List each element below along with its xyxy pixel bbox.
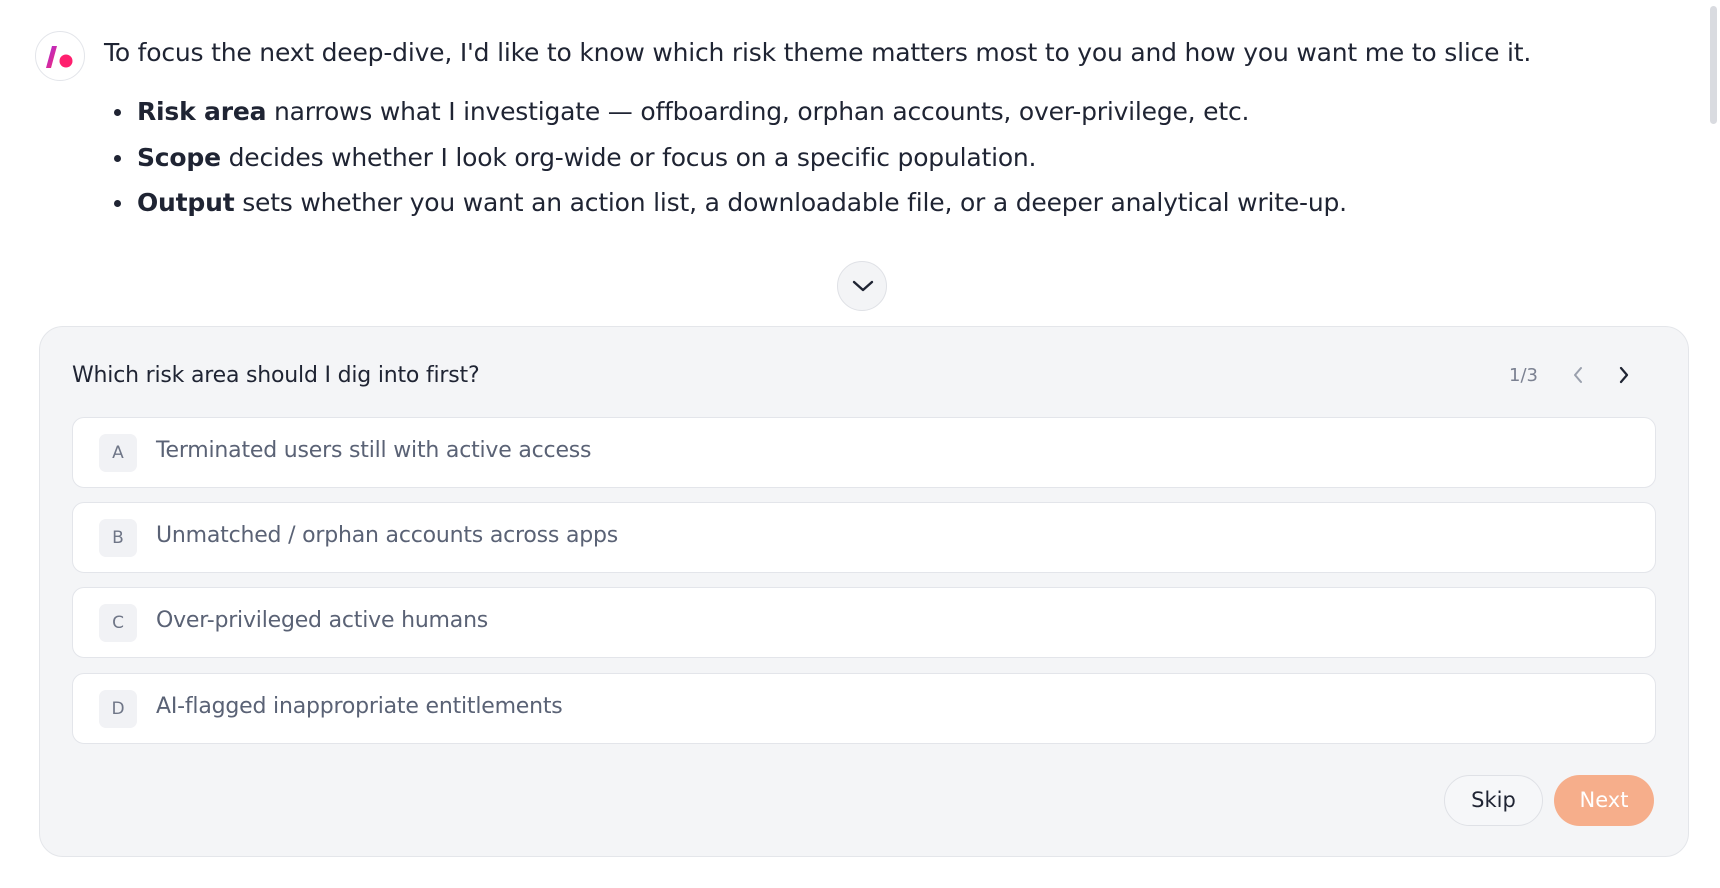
bullet-scope: Scope decides whether I look org-wide or…	[104, 140, 1347, 186]
bullet-term: Output	[137, 188, 235, 217]
bullet-risk-area: Risk area narrows what I investigate — o…	[104, 94, 1347, 140]
assistant-logo-icon	[46, 46, 73, 68]
option-b[interactable]: B Unmatched / orphan accounts across app…	[72, 502, 1656, 573]
previous-question-button[interactable]	[1560, 357, 1596, 393]
bullet-text: narrows what I investigate — offboarding…	[266, 97, 1250, 126]
option-label: Unmatched / orphan accounts across apps	[156, 523, 619, 548]
option-label: AI-flagged inappropriate entitlements	[156, 694, 563, 719]
option-d[interactable]: D AI-flagged inappropriate entitlements	[72, 673, 1656, 744]
chevron-right-icon	[1619, 366, 1629, 384]
bullet-dot	[114, 109, 121, 116]
option-letter: D	[99, 690, 137, 728]
bullet-text: sets whether you want an action list, a …	[234, 188, 1347, 217]
bullet-term: Scope	[137, 142, 221, 172]
question-pager: 1/3	[1509, 357, 1642, 393]
assistant-avatar	[35, 31, 85, 81]
option-a[interactable]: A Terminated users still with active acc…	[72, 417, 1656, 488]
next-button[interactable]: Next	[1554, 775, 1654, 826]
pager-count: 1/3	[1509, 364, 1538, 386]
option-letter: A	[99, 434, 137, 472]
bullet-dot	[114, 200, 121, 207]
option-label: Terminated users still with active acces…	[156, 438, 592, 463]
message-bullet-list: Risk area narrows what I investigate — o…	[104, 94, 1347, 231]
skip-button[interactable]: Skip	[1444, 775, 1543, 826]
bullet-output: Output sets whether you want an action l…	[104, 185, 1347, 231]
chevron-down-icon	[852, 280, 874, 292]
option-letter: C	[99, 604, 137, 642]
option-letter: B	[99, 519, 137, 557]
collapse-button[interactable]	[837, 261, 887, 311]
chevron-left-icon	[1574, 367, 1582, 383]
bullet-term: Risk area	[137, 97, 267, 126]
option-c[interactable]: C Over-privileged active humans	[72, 587, 1656, 658]
question-card: Which risk area should I dig into first?…	[39, 326, 1689, 857]
next-question-button[interactable]	[1606, 357, 1642, 393]
bullet-text: decides whether I look org-wide or focus…	[220, 142, 1037, 172]
chat-page: To focus the next deep-dive, I'd like to…	[0, 0, 1720, 888]
option-label: Over-privileged active humans	[156, 608, 489, 633]
bullet-dot	[114, 154, 121, 162]
question-title: Which risk area should I dig into first?	[72, 363, 480, 388]
scrollbar-thumb[interactable]	[1710, 6, 1717, 124]
scrollbar[interactable]	[1708, 0, 1720, 888]
message-intro: To focus the next deep-dive, I'd like to…	[104, 38, 1532, 67]
